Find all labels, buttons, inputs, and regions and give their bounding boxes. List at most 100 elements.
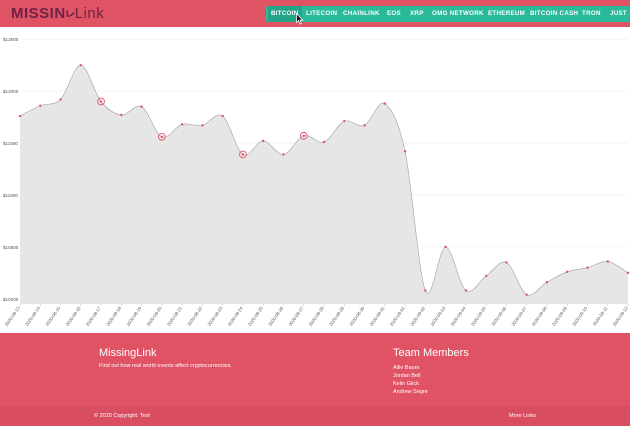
data-point[interactable] <box>180 123 184 126</box>
data-point[interactable] <box>525 293 528 296</box>
data-point[interactable] <box>79 63 83 67</box>
y-tick-label: $10500 <box>3 245 19 250</box>
data-point[interactable] <box>586 266 589 269</box>
x-tick-label: 2020-09-11 <box>592 305 609 326</box>
x-tick-label: 2020-08-16 <box>65 305 82 327</box>
data-point[interactable] <box>99 100 103 103</box>
x-tick-label: 2020-08-29 <box>328 305 345 327</box>
mouse-cursor-icon <box>296 13 304 25</box>
price-area <box>20 65 628 304</box>
x-tick-label: 2020-09-06 <box>490 305 507 327</box>
team-members-list: Allie Bauer Jordan Bell Kelin Glick Andr… <box>393 364 428 396</box>
y-tick-label: $10000 <box>3 297 19 302</box>
team-member: Kelin Glick <box>393 381 419 387</box>
y-tick-label: $11000 <box>3 193 18 198</box>
x-tick-label: 2020-09-10 <box>571 305 588 327</box>
x-tick-label: 2020-09-01 <box>389 305 406 327</box>
nav-item-eos[interactable]: EOS <box>387 6 401 22</box>
data-point[interactable] <box>383 102 386 105</box>
x-tick-label: 2020-08-26 <box>267 305 284 327</box>
x-tick-label: 2020-08-13 <box>4 305 21 327</box>
x-tick-label: 2020-08-24 <box>227 305 244 327</box>
data-point[interactable] <box>120 113 123 117</box>
x-tick-label: 2020-08-28 <box>308 305 325 327</box>
price-chart: $10000 $10500 $11000 $11500 $12000 $12500 202… <box>3 37 630 327</box>
nav-item-chainlink[interactable]: CHAINLINK <box>343 6 380 22</box>
data-point[interactable] <box>282 153 285 156</box>
data-point[interactable] <box>545 280 549 284</box>
footer: MissingLink Find out how real world even… <box>0 333 630 426</box>
team-member: Andrew Segre <box>393 389 428 395</box>
nav-item-tron[interactable]: TRON <box>582 6 601 22</box>
more-links-link[interactable]: More Links <box>509 413 536 419</box>
data-point[interactable] <box>322 140 326 144</box>
footer-bottom-bar: © 2020 Copyright: Test More Links <box>0 406 630 426</box>
x-tick-label: 2020-08-21 <box>166 305 183 327</box>
logo-swoosh-icon <box>66 10 75 17</box>
nav-item-xrp[interactable]: XRP <box>410 6 424 22</box>
brand-main: MISSIN <box>11 5 66 22</box>
x-tick-label: 2020-08-20 <box>146 305 163 327</box>
y-tick-label: $11500 <box>3 141 18 146</box>
x-tick-label: 2020-09-02 <box>409 305 426 327</box>
data-point[interactable] <box>160 135 164 139</box>
data-point[interactable] <box>403 150 407 153</box>
navbar: MISSIN Link BITCOIN LITECOIN CHAINLINK E… <box>0 0 630 27</box>
data-point[interactable] <box>626 271 630 275</box>
x-tick-label: 2020-09-12 <box>612 305 629 327</box>
brand-link: Link <box>74 5 105 22</box>
data-point[interactable] <box>140 105 143 108</box>
x-tick-label: 2020-08-18 <box>105 305 122 327</box>
data-point[interactable] <box>59 98 62 101</box>
data-point[interactable] <box>241 153 245 156</box>
footer-title: MissingLink <box>99 347 157 359</box>
nav-item-just[interactable]: JUST <box>610 6 627 22</box>
y-axis-ticks: $10000 $10500 $11000 $11500 $12000 $12500 <box>3 37 19 302</box>
data-point[interactable] <box>262 139 265 143</box>
data-point[interactable] <box>18 114 22 118</box>
x-tick-label: 2020-09-07 <box>511 305 528 327</box>
data-point[interactable] <box>343 120 346 123</box>
brand-logo[interactable]: MISSIN Link <box>11 5 104 22</box>
team-member: Allie Bauer <box>393 365 420 371</box>
x-tick-label: 2020-08-27 <box>288 305 305 327</box>
data-point[interactable] <box>606 260 609 263</box>
copyright-text: © 2020 Copyright: Test <box>94 413 150 419</box>
nav-item-omg-network[interactable]: OMG NETWORK <box>432 6 484 22</box>
x-tick-label: 2020-08-31 <box>369 305 386 327</box>
x-axis-ticks: 2020-08-13 2020-08-14 2020-08-15 2020-08-16… <box>4 304 629 327</box>
data-point[interactable] <box>363 124 366 127</box>
data-point[interactable] <box>444 245 447 249</box>
team-members-title: Team Members <box>393 347 469 359</box>
x-tick-label: 2020-08-25 <box>247 305 264 327</box>
footer-description: Find out how real world events affect cr… <box>99 363 232 369</box>
x-tick-label: 2020-08-19 <box>125 305 142 327</box>
x-tick-label: 2020-09-08 <box>531 305 548 327</box>
data-point[interactable] <box>484 274 488 278</box>
y-tick-label: $12500 <box>3 37 19 42</box>
x-tick-label: 2020-09-03 <box>429 305 446 327</box>
x-tick-label: 2020-09-04 <box>450 305 467 327</box>
team-member: Jordan Bell <box>393 373 421 379</box>
x-tick-label: 2020-08-22 <box>186 305 203 327</box>
data-point[interactable] <box>566 270 569 274</box>
y-tick-label: $12000 <box>3 89 19 94</box>
x-tick-label: 2020-08-15 <box>44 305 61 327</box>
x-tick-label: 2020-08-30 <box>348 305 365 327</box>
crypto-nav: BITCOIN LITECOIN CHAINLINK EOS XRP OMG N… <box>266 6 630 22</box>
data-point[interactable] <box>505 261 508 264</box>
x-tick-label: 2020-09-05 <box>470 305 487 327</box>
data-point[interactable] <box>424 289 427 292</box>
x-tick-label: 2020-08-14 <box>24 305 41 327</box>
x-tick-label: 2020-09-09 <box>551 305 568 327</box>
nav-item-ethereum[interactable]: ETHEREUM <box>488 6 525 22</box>
nav-item-litecoin[interactable]: LITECOIN <box>306 6 337 22</box>
data-point[interactable] <box>221 114 224 118</box>
data-point[interactable] <box>39 104 42 107</box>
data-point[interactable] <box>302 134 305 137</box>
chart-area-layer <box>19 64 629 304</box>
nav-item-bitcoin-cash[interactable]: BITCOIN CASH <box>530 6 578 22</box>
data-point[interactable] <box>464 289 468 292</box>
data-point[interactable] <box>201 124 204 127</box>
page: MISSIN Link BITCOIN LITECOIN CHAINLINK E… <box>0 0 630 426</box>
